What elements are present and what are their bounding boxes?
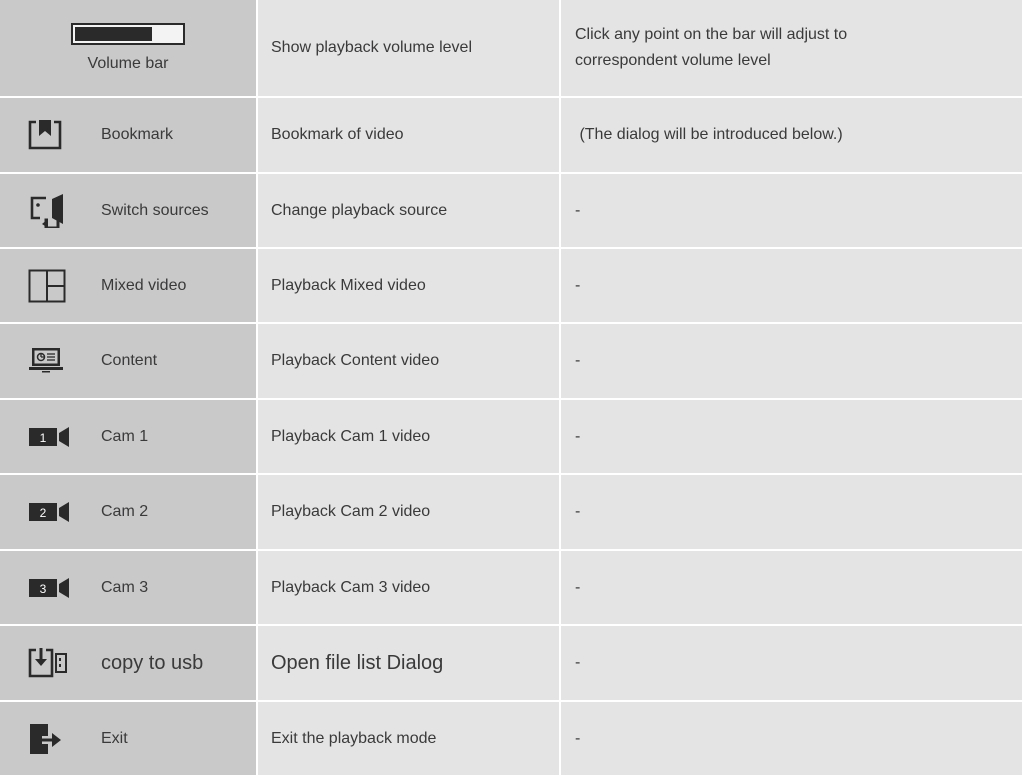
row-label: Cam 1	[101, 427, 149, 445]
row-label: Mixed video	[101, 276, 187, 294]
cam-number: 1	[40, 431, 47, 445]
cam-1-icon: 1	[28, 417, 72, 457]
row-label: Cam 2	[101, 503, 149, 520]
description-cell: Exit the playback mode	[258, 702, 559, 775]
table-row-content: Content Playback Content video -	[0, 324, 1022, 398]
note-cell: -	[561, 702, 1022, 775]
table-row-cam-3: 3 Cam 3 Playback Cam 3 video -	[0, 551, 1022, 624]
row-label: Cam 3	[101, 578, 149, 596]
table-row-volume-bar: Volume bar Show playback volume level Cl…	[0, 0, 1022, 96]
note-cell: -	[561, 400, 1022, 473]
table-row-bookmark: Bookmark Bookmark of video (The dialog w…	[0, 98, 1022, 172]
label-cell: 1 Cam 1	[0, 400, 256, 473]
note-cell: (The dialog will be introduced below.)	[561, 98, 1022, 172]
row-label: Content	[101, 352, 158, 369]
label-cell: Switch sources	[0, 174, 256, 247]
label-cell: Mixed video	[0, 249, 256, 322]
table-row-exit: Exit Exit the playback mode -	[0, 702, 1022, 775]
description-cell: Show playback volume level	[258, 0, 559, 96]
label-cell: Exit	[0, 702, 256, 775]
table-row-cam-1: 1 Cam 1 Playback Cam 1 video -	[0, 400, 1022, 473]
note-cell: Click any point on the bar will adjust t…	[561, 0, 1022, 96]
cam-number: 2	[40, 506, 47, 520]
cam-3-icon: 3	[28, 568, 72, 608]
volume-bar[interactable]	[71, 23, 185, 45]
description-cell: Change playback source	[258, 174, 559, 247]
description-cell: Playback Content video	[258, 324, 559, 398]
row-label: copy to usb	[101, 651, 204, 674]
label-cell: 2 Cam 2	[0, 475, 256, 549]
row-label: Exit	[101, 729, 128, 747]
volume-bar-fill	[75, 27, 152, 41]
description-cell: Bookmark of video	[258, 98, 559, 172]
row-label: Bookmark	[101, 126, 174, 143]
label-cell: 3 Cam 3	[0, 551, 256, 624]
switch-sources-icon	[28, 191, 72, 231]
mixed-video-icon	[28, 266, 72, 306]
content-icon	[28, 341, 72, 381]
note-cell: -	[561, 174, 1022, 247]
bookmark-icon	[28, 115, 72, 155]
description-cell: Playback Mixed video	[258, 249, 559, 322]
note-cell: -	[561, 551, 1022, 624]
table-row-copy-to-usb: copy to usb Open file list Dialog -	[0, 626, 1022, 700]
cam-number: 3	[40, 582, 47, 596]
label-cell: copy to usb	[0, 626, 256, 700]
label-cell: Bookmark	[0, 98, 256, 172]
cam-2-icon: 2	[28, 492, 72, 532]
table-row-switch-sources: Switch sources Change playback source -	[0, 174, 1022, 247]
description-cell: Playback Cam 2 video	[258, 475, 559, 549]
note-cell: -	[561, 249, 1022, 322]
row-label: Switch sources	[101, 201, 209, 219]
note-cell: -	[561, 626, 1022, 700]
table-row-mixed-video: Mixed video Playback Mixed video -	[0, 249, 1022, 322]
note-cell: -	[561, 324, 1022, 398]
copy-to-usb-icon	[28, 643, 72, 683]
exit-icon	[28, 719, 72, 759]
label-cell: Volume bar	[0, 0, 256, 96]
table-row-cam-2: 2 Cam 2 Playback Cam 2 video -	[0, 475, 1022, 549]
note-text: Click any point on the bar will adjust t…	[575, 26, 848, 69]
description-cell: Open file list Dialog	[258, 626, 559, 700]
description-cell: Playback Cam 3 video	[258, 551, 559, 624]
row-label: Volume bar	[87, 55, 169, 72]
label-cell: Content	[0, 324, 256, 398]
note-cell: -	[561, 475, 1022, 549]
description-cell: Playback Cam 1 video	[258, 400, 559, 473]
